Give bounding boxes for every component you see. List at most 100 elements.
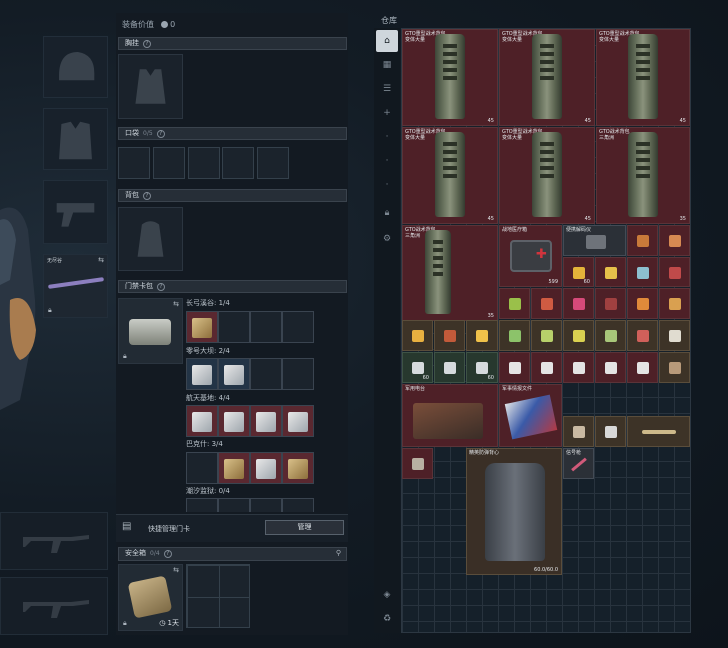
warehouse-item-device[interactable] bbox=[563, 416, 594, 447]
keycard-cell[interactable] bbox=[186, 452, 218, 484]
tab-dot-icon[interactable]: · bbox=[376, 126, 398, 148]
keycard-cell[interactable] bbox=[282, 405, 314, 437]
warehouse-item-drink[interactable] bbox=[627, 225, 658, 256]
tab-warehouse-icon[interactable]: ⌂ bbox=[376, 30, 398, 52]
backpack-slot[interactable] bbox=[118, 207, 183, 271]
warehouse-item-card[interactable] bbox=[434, 352, 465, 383]
keycard-cell[interactable] bbox=[250, 452, 282, 484]
keycard-cell[interactable] bbox=[186, 358, 218, 390]
keycard-cell[interactable] bbox=[282, 452, 314, 484]
recycle-icon[interactable]: ♻ bbox=[376, 608, 398, 630]
warehouse-item-drink[interactable] bbox=[402, 320, 433, 351]
pocket-slot[interactable] bbox=[188, 147, 220, 179]
chest-rig-slot[interactable] bbox=[118, 54, 183, 119]
warehouse-item-backpack[interactable]: GTO重型战术背包 变体大量 45 bbox=[596, 29, 690, 126]
warehouse-item-card[interactable] bbox=[627, 352, 658, 383]
help-icon[interactable]: ? bbox=[157, 283, 165, 291]
warehouse-item-card[interactable]: 60 bbox=[402, 352, 433, 383]
keycard-cell[interactable] bbox=[250, 498, 282, 512]
manage-button[interactable]: 管理 bbox=[265, 520, 344, 535]
keycard-cell[interactable] bbox=[250, 405, 282, 437]
warehouse-item-backpack[interactable]: GTO重型战术背包 变体大量 45 bbox=[402, 29, 498, 126]
tab-gear-icon[interactable]: ⚙ bbox=[376, 228, 398, 250]
helmet-slot[interactable] bbox=[43, 36, 108, 98]
safebox-slot[interactable]: ⇆ 🔒︎ ◷ 1天 bbox=[118, 564, 183, 631]
help-icon[interactable]: ? bbox=[143, 192, 151, 200]
help-icon[interactable]: ? bbox=[163, 550, 172, 558]
warehouse-item-drink[interactable] bbox=[499, 320, 530, 351]
warehouse-item-drink[interactable] bbox=[659, 257, 690, 287]
swap-icon[interactable]: ⇆ bbox=[173, 566, 179, 574]
warehouse-item-device[interactable] bbox=[595, 416, 626, 447]
keycard-cell[interactable] bbox=[186, 405, 218, 437]
pin-icon[interactable]: ⚲ bbox=[336, 548, 341, 559]
pocket-slot[interactable] bbox=[257, 147, 289, 179]
warehouse-item-drink[interactable] bbox=[595, 257, 626, 287]
pocket-slot[interactable] bbox=[153, 147, 185, 179]
tab-dot-icon[interactable]: · bbox=[376, 174, 398, 196]
tab-lock-icon[interactable]: 🔒︎ bbox=[376, 202, 398, 224]
warehouse-item-card[interactable]: 60 bbox=[466, 352, 498, 383]
swap-icon[interactable]: ⇆ bbox=[98, 256, 104, 264]
pocket-slot[interactable] bbox=[118, 147, 150, 179]
warehouse-item-drink[interactable] bbox=[499, 288, 530, 319]
pocket-slot[interactable] bbox=[222, 147, 254, 179]
warehouse-item-backpack[interactable]: GTO重型战术背包 变体大量 45 bbox=[499, 29, 595, 126]
warehouse-item-card[interactable] bbox=[531, 352, 562, 383]
help-icon[interactable]: ? bbox=[156, 130, 165, 138]
warehouse-item-flag-box[interactable]: 军事情报文件 bbox=[499, 384, 562, 447]
warehouse-item-drink[interactable] bbox=[659, 225, 690, 256]
warehouse-item-card[interactable] bbox=[595, 352, 626, 383]
keycard-cell[interactable] bbox=[250, 358, 282, 390]
warehouse-item-backpack[interactable]: GTO战术背包 三角洲 35 bbox=[402, 225, 498, 321]
tab-plus-icon[interactable]: + bbox=[376, 102, 398, 124]
keycard-cell[interactable] bbox=[282, 358, 314, 390]
layers-icon[interactable]: ◈ bbox=[376, 584, 398, 606]
tab-dot-icon[interactable]: · bbox=[376, 150, 398, 172]
warehouse-item-electronics[interactable]: 军用电台 bbox=[402, 384, 498, 447]
warehouse-item-drink[interactable] bbox=[627, 320, 658, 351]
warehouse-item-backpack[interactable]: GTO重型战术背包 变体大量 45 bbox=[499, 127, 595, 224]
warehouse-item-drink[interactable] bbox=[659, 320, 690, 351]
warehouse-item-card[interactable] bbox=[499, 352, 530, 383]
warehouse-item-key[interactable] bbox=[627, 416, 690, 447]
tab-list-icon[interactable]: ☰ bbox=[376, 78, 398, 100]
warehouse-item-drink[interactable]: 60 bbox=[563, 257, 594, 287]
armor-slot[interactable] bbox=[43, 108, 108, 170]
warehouse-item-backpack[interactable]: GTO重型战术背包 变体大量 45 bbox=[402, 127, 498, 224]
keycard-cell[interactable] bbox=[186, 498, 218, 512]
melee-slot[interactable]: 无尽谷 ⇆ 🔒︎ bbox=[43, 254, 108, 318]
warehouse-item-backpack[interactable]: GTO战术背包 三角洲 35 bbox=[596, 127, 690, 224]
warehouse-item-drink[interactable] bbox=[466, 320, 498, 351]
warehouse-item-drink[interactable] bbox=[627, 257, 658, 287]
warehouse-item-vest[interactable]: 精英防弹背心 60.0/60.0 bbox=[466, 448, 562, 575]
keycard-cell[interactable] bbox=[250, 311, 282, 343]
warehouse-item-drink[interactable] bbox=[563, 320, 594, 351]
primary-weapon-slot[interactable] bbox=[0, 512, 108, 570]
warehouse-item-card[interactable] bbox=[659, 352, 690, 383]
keycard-cell[interactable] bbox=[282, 311, 314, 343]
warehouse-item-drink[interactable] bbox=[595, 288, 626, 319]
keycard-cell[interactable] bbox=[186, 311, 218, 343]
warehouse-item-case[interactable]: 便携解码仪 bbox=[563, 225, 626, 256]
warehouse-item-tool[interactable] bbox=[402, 448, 433, 479]
tab-bag-icon[interactable]: ▦ bbox=[376, 54, 398, 76]
warehouse-item-drink[interactable] bbox=[434, 320, 465, 351]
safebox-grid[interactable] bbox=[186, 564, 250, 628]
keycard-cell[interactable] bbox=[282, 498, 314, 512]
warehouse-item-medkit[interactable]: 战地医疗箱 ✚ 599 bbox=[499, 225, 562, 287]
warehouse-item-flare[interactable]: 信号枪 bbox=[563, 448, 594, 479]
keycard-cell[interactable] bbox=[218, 311, 250, 343]
warehouse-item-drink[interactable] bbox=[531, 320, 562, 351]
warehouse-item-drink[interactable] bbox=[563, 288, 594, 319]
warehouse-grid[interactable]: GTO重型战术背包 变体大量 45 GTO重型战术背包 变体大量 45 GTO重型战… bbox=[401, 28, 691, 633]
warehouse-item-drink[interactable] bbox=[659, 288, 690, 319]
secondary-weapon-slot[interactable] bbox=[0, 577, 108, 635]
warehouse-item-card[interactable] bbox=[563, 352, 594, 383]
keycard-cell[interactable] bbox=[218, 405, 250, 437]
swap-icon[interactable]: ⇆ bbox=[173, 300, 179, 308]
keycard-bag-slot[interactable]: ⇆ 🔒︎ bbox=[118, 298, 183, 364]
warehouse-item-drink[interactable] bbox=[595, 320, 626, 351]
help-icon[interactable]: ? bbox=[143, 40, 151, 48]
pistol-slot[interactable] bbox=[43, 180, 108, 244]
